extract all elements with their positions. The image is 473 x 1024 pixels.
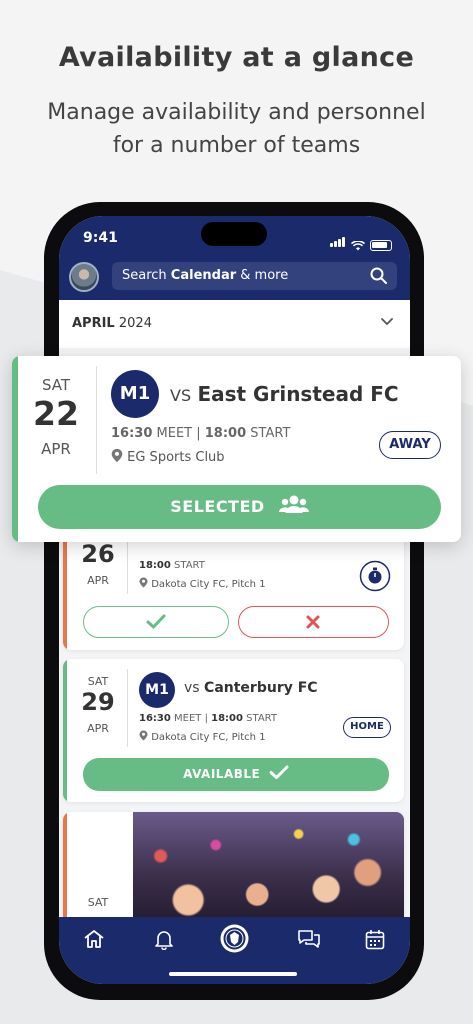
event-times: 16:30 MEET | 18:00 START <box>139 713 277 724</box>
meet-label: MEET | <box>170 713 212 724</box>
status-time: 9:41 <box>83 230 118 246</box>
event-date: 26 APR <box>73 540 123 587</box>
calendar-icon[interactable] <box>365 929 385 950</box>
month-selector[interactable]: APRIL 2024 <box>59 300 410 348</box>
event-month: APR <box>41 440 71 458</box>
stopwatch-icon[interactable] <box>359 560 391 592</box>
event-title: vs Canterbury FC <box>184 680 318 696</box>
status-stripe <box>12 356 18 542</box>
battery-icon <box>370 240 392 251</box>
chat-icon[interactable] <box>297 929 321 949</box>
event-weekday: SAT <box>87 896 109 909</box>
search-placeholder-bold: Calendar <box>170 268 237 283</box>
club-crest-icon[interactable] <box>219 923 250 954</box>
people-group-icon <box>278 495 309 513</box>
event-day: 29 <box>81 688 115 716</box>
avatar[interactable] <box>69 262 99 292</box>
event-weekday: SAT <box>41 376 71 394</box>
availability-label: AVAILABLE <box>183 767 261 781</box>
cross-icon <box>306 615 320 629</box>
search-bar[interactable]: Search Calendar & more <box>112 262 397 290</box>
event-date: SAT <box>73 896 123 909</box>
event-day: 22 <box>33 394 79 433</box>
date-divider <box>96 366 97 474</box>
app-header: Search Calendar & more <box>59 260 410 300</box>
promo-subline: Manage availability and personnel for a … <box>0 96 473 162</box>
dynamic-island <box>201 222 267 246</box>
phone-screen: 9:41 Search Calendar & more APRIL 2024 2… <box>59 216 410 984</box>
opponent-name: East Grinstead FC <box>197 382 399 406</box>
check-icon <box>146 614 166 629</box>
location-text: Dakota City FC, Pitch 1 <box>151 732 266 743</box>
event-times: 16:30 MEET | 18:00 START <box>111 426 290 441</box>
home-indicator <box>169 972 297 976</box>
status-stripe <box>63 659 67 802</box>
meet-time: 16:30 <box>111 426 153 441</box>
available-button[interactable] <box>83 606 229 638</box>
vs-label: vs <box>184 680 200 696</box>
search-placeholder-suffix: & more <box>236 268 289 283</box>
location-pin-icon <box>139 730 148 741</box>
meet-time: 16:30 <box>139 713 171 724</box>
promo-headline: Availability at a glance <box>58 42 415 73</box>
month-label: APRIL 2024 <box>72 316 152 331</box>
featured-event-card[interactable]: SAT 22 APR M1 VS East Grinstead FC 16:30… <box>12 356 461 542</box>
start-label: START <box>246 426 291 441</box>
event-month: APR <box>87 722 109 735</box>
event-location: Dakota City FC, Pitch 1 <box>139 577 266 590</box>
wifi-icon <box>351 241 365 251</box>
bell-icon[interactable] <box>154 929 174 950</box>
team-badge: M1 <box>111 370 159 418</box>
selected-label: SELECTED <box>170 497 265 516</box>
meet-label: MEET | <box>152 426 205 441</box>
start-time: 18:00 <box>204 426 247 441</box>
location-text: Dakota City FC, Pitch 1 <box>151 579 266 590</box>
date-divider <box>127 669 128 747</box>
event-weekday: SAT <box>87 675 109 688</box>
promo-subline-line-1: Manage availability and personnel <box>47 100 426 125</box>
promo-subline-line-2: for a number of teams <box>112 133 361 158</box>
event-title: VS East Grinstead FC <box>170 382 399 406</box>
event-location: Dakota City FC, Pitch 1 <box>139 730 266 743</box>
venue-tag: HOME <box>343 717 391 738</box>
event-location: EG Sports Club <box>111 448 225 465</box>
availability-button[interactable]: AVAILABLE <box>83 758 389 791</box>
team-badge: M1 <box>139 672 175 708</box>
opponent-name: Canterbury FC <box>204 680 318 696</box>
month-year: 2024 <box>118 316 152 331</box>
start-time: 18:00 <box>139 560 171 571</box>
home-icon[interactable] <box>83 929 105 949</box>
location-pin-icon <box>111 448 123 463</box>
chevron-down-icon[interactable] <box>380 314 394 328</box>
vs-label: VS <box>170 386 192 405</box>
month-name: APRIL <box>72 316 115 331</box>
featured-event-date: SAT 22 APR <box>28 376 84 458</box>
signal-icon <box>330 232 346 251</box>
selected-button[interactable]: SELECTED <box>38 485 441 529</box>
start-label: START <box>242 713 277 724</box>
search-icon[interactable] <box>370 267 387 284</box>
unavailable-button[interactable] <box>238 606 389 638</box>
event-month: APR <box>87 574 109 587</box>
event-times: 18:00 START <box>139 560 205 571</box>
venue-tag: AWAY <box>379 431 441 459</box>
event-card[interactable]: SAT 29 APR M1 vs Canterbury FC 16:30 MEE… <box>63 659 404 802</box>
status-bar: 9:41 <box>59 216 410 260</box>
event-day: 26 <box>81 540 115 568</box>
check-icon <box>269 765 289 779</box>
location-text: EG Sports Club <box>127 450 225 465</box>
status-icons <box>330 232 392 251</box>
event-photo <box>133 812 404 922</box>
search-placeholder-prefix: Search <box>122 268 171 283</box>
start-label: START <box>170 560 205 571</box>
event-date: SAT 29 APR <box>73 675 123 735</box>
location-pin-icon <box>139 577 148 588</box>
start-time: 18:00 <box>211 713 243 724</box>
